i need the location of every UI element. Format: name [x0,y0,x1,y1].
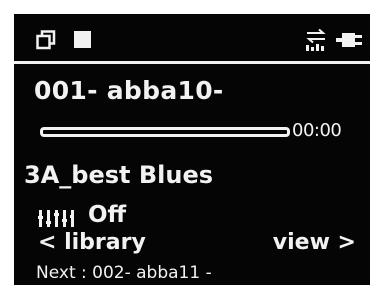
track-title: 001- abba10- [34,76,224,105]
library-button[interactable]: < library [38,230,146,256]
player-screen: 001- abba10- 00:00 3A_best Blues Off < l… [14,14,370,285]
repeat-icon [36,30,56,50]
header-divider [14,61,370,64]
stop-icon [74,31,91,48]
next-track-label: Next : 002- abba11 - [36,263,212,283]
album-name: 3A_best Blues [24,161,214,189]
equalizer-value: Off [88,202,127,228]
battery-icon [336,33,362,47]
playback-progress-bar[interactable] [40,127,290,137]
view-button[interactable]: view > [273,230,356,256]
equalizer-status-icon [306,28,326,51]
elapsed-time: 00:00 [292,120,342,141]
equalizer-icon [38,210,74,227]
status-bar [14,14,370,58]
